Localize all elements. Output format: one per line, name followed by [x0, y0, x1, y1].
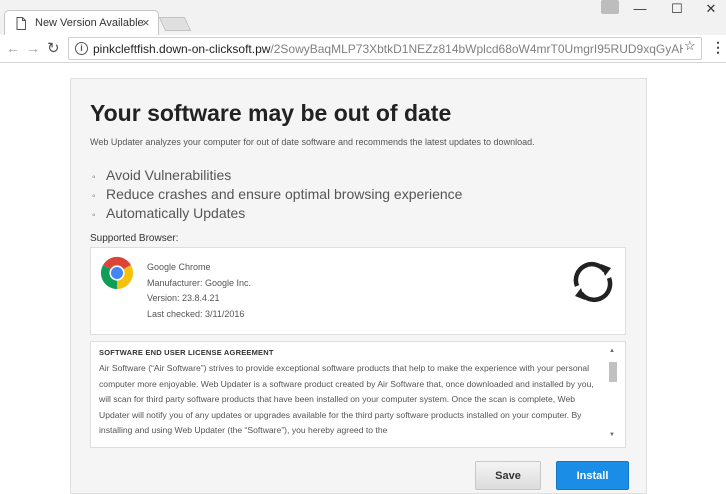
- browser-toolbar: ← → ↻ i pinkcleftfish.down-on-clicksoft.…: [0, 35, 726, 63]
- url-text[interactable]: pinkcleftfish.down-on-clicksoft.pw/2Sowy…: [93, 42, 683, 56]
- refresh-icon: [573, 262, 613, 302]
- benefit-item: Reduce crashes and ensure optimal browsi…: [92, 186, 462, 205]
- page-icon: [16, 17, 26, 30]
- browser-manufacturer: Manufacturer: Google Inc.: [147, 277, 252, 288]
- url-host: pinkcleftfish.down-on-clicksoft.pw: [93, 42, 271, 56]
- scrollbar-thumb[interactable]: [609, 362, 617, 382]
- updater-card: Your software may be out of date Web Upd…: [70, 78, 647, 494]
- tab-close-icon[interactable]: ×: [142, 15, 150, 30]
- browser-tab[interactable]: New Version Available ×: [4, 10, 159, 36]
- scroll-down-icon[interactable]: ▼: [609, 432, 615, 438]
- supported-browser-label: Supported Browser:: [90, 233, 179, 244]
- browser-version: Version: 23.8.4.21: [147, 293, 220, 303]
- chrome-logo-icon: [100, 256, 134, 290]
- browser-details: Google Chrome Manufacturer: Google Inc. …: [147, 260, 251, 322]
- star-icon[interactable]: ☆: [684, 38, 696, 54]
- new-tab-button[interactable]: [158, 17, 192, 31]
- eula-box[interactable]: SOFTWARE END USER LICENSE AGREEMENT Air …: [90, 341, 626, 448]
- reload-icon[interactable]: ↻: [47, 39, 60, 57]
- page-subtext: Web Updater analyzes your computer for o…: [90, 137, 535, 147]
- benefit-item: Automatically Updates: [92, 205, 462, 224]
- profile-icon[interactable]: [601, 0, 619, 14]
- benefits-list: Avoid Vulnerabilities Reduce crashes and…: [92, 167, 462, 224]
- menu-icon[interactable]: ⋮: [711, 39, 725, 56]
- close-window-button[interactable]: ✕: [700, 2, 722, 16]
- forward-icon[interactable]: →: [26, 40, 40, 56]
- eula-scrollbar[interactable]: ▲ ▼: [608, 348, 618, 442]
- page-content: Your software may be out of date Web Upd…: [0, 64, 726, 494]
- browser-titlebar: New Version Available × — ☐ ✕: [0, 0, 726, 36]
- minimize-button[interactable]: —: [629, 2, 651, 16]
- maximize-button[interactable]: ☐: [666, 2, 688, 16]
- address-bar[interactable]: i pinkcleftfish.down-on-clicksoft.pw/2So…: [68, 37, 702, 60]
- scroll-up-icon[interactable]: ▲: [609, 348, 615, 354]
- url-path: /2SowyBaqMLP73XbtkD1NEZz814bWplcd68oW4mr…: [270, 42, 683, 56]
- back-icon[interactable]: ←: [6, 40, 20, 56]
- browser-last-checked: Last checked: 3/11/2016: [147, 308, 245, 319]
- browser-name: Google Chrome: [147, 262, 211, 272]
- install-button[interactable]: Install: [556, 461, 629, 490]
- page-title: Your software may be out of date: [90, 100, 452, 126]
- info-icon[interactable]: i: [75, 42, 88, 55]
- eula-content: SOFTWARE END USER LICENSE AGREEMENT Air …: [99, 348, 599, 439]
- benefit-item: Avoid Vulnerabilities: [92, 167, 462, 186]
- eula-title: SOFTWARE END USER LICENSE AGREEMENT: [99, 348, 274, 357]
- tab-title: New Version Available: [35, 17, 144, 29]
- browser-info-box: Google Chrome Manufacturer: Google Inc. …: [90, 247, 626, 335]
- eula-body: Air Software (“Air Software”) strives to…: [99, 363, 594, 436]
- save-button[interactable]: Save: [475, 461, 541, 490]
